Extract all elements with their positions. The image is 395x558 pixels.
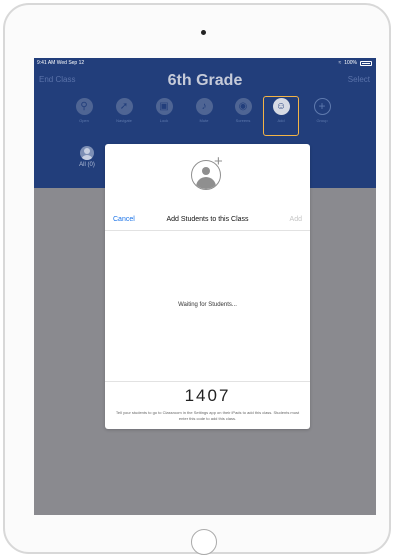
dialog-title: Add Students to this Class (166, 216, 249, 223)
toolbar-group-button[interactable]: + Group (307, 98, 337, 123)
add-button-highlight (263, 96, 299, 136)
battery-percent: 100% (344, 60, 357, 66)
battery-icon (360, 60, 372, 66)
status-time: 9:41 AM Wed Sep 12 (37, 60, 85, 66)
select-button[interactable]: Select (348, 75, 370, 84)
waiting-status: Waiting for Students... (178, 302, 237, 308)
page-title: 6th Grade (167, 72, 243, 89)
camera-dot (201, 30, 206, 35)
screens-icon: ◉ (234, 98, 252, 115)
screen: 9:41 AM Wed Sep 12 ≈ 100% End Class 6th … (34, 58, 376, 515)
add-students-dialog: + Cancel Add Students to this Class Add … (105, 144, 310, 429)
lock-icon: ▣ (155, 98, 173, 115)
add-button[interactable]: Add (290, 216, 302, 223)
toolbar-mute-button[interactable]: ♪ Mute (189, 98, 219, 123)
status-right: ≈ 100% (338, 60, 372, 66)
home-button[interactable] (191, 529, 217, 555)
class-code: 1407 (184, 386, 231, 405)
toolbar-label: Open (79, 118, 89, 123)
group-all[interactable]: All (0) (72, 146, 102, 168)
toolbar-screens-button[interactable]: ◉ Screens (228, 98, 258, 123)
person-icon (80, 146, 94, 160)
toolbar-lock-button[interactable]: ▣ Lock (149, 98, 179, 123)
group-all-label: All (0) (79, 162, 95, 168)
toolbar-label: Group (316, 118, 328, 123)
open-icon: ⚲ (75, 98, 93, 115)
toolbar-label: Navigate (116, 118, 132, 123)
person-body (196, 177, 216, 189)
toolbar-navigate-button[interactable]: ➚ Navigate (109, 98, 139, 123)
toolbar-label: Mute (199, 118, 209, 123)
toolbar-label: Screens (235, 118, 251, 123)
mute-icon: ♪ (195, 98, 213, 115)
toolbar-open-button[interactable]: ⚲ Open (69, 98, 99, 123)
dialog-header: Cancel Add Students to this Class Add (105, 204, 310, 231)
toolbar-label: Lock (159, 118, 169, 123)
plus-badge-icon: + (214, 153, 223, 170)
instructions-text: Tell your students to go to Classroom in… (115, 410, 300, 421)
ipad-frame: 9:41 AM Wed Sep 12 ≈ 100% End Class 6th … (3, 3, 391, 555)
compass-icon: ➚ (115, 98, 133, 115)
plus-icon: + (313, 98, 331, 115)
person-head (202, 167, 210, 175)
wifi-icon: ≈ (338, 60, 342, 66)
divider (105, 381, 310, 382)
